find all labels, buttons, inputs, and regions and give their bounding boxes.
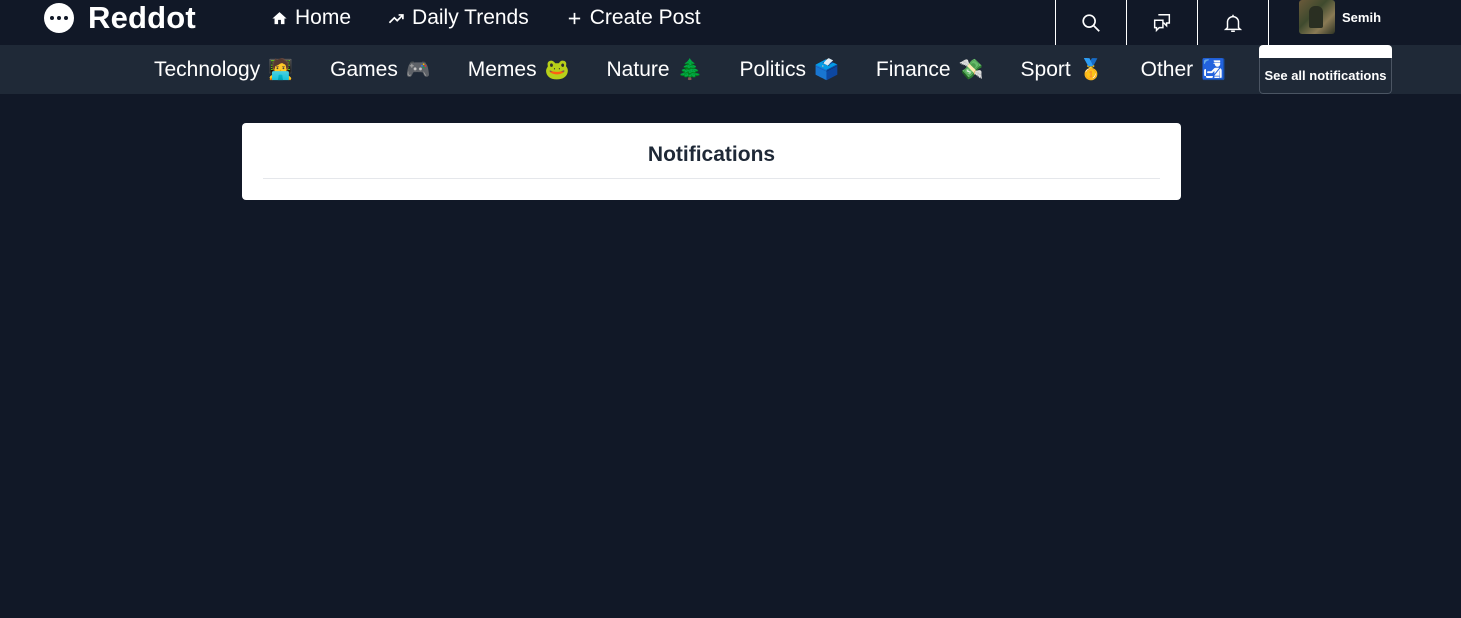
technologist-icon: 🧑‍💻 (268, 59, 294, 81)
user-name: Semih (1342, 10, 1382, 25)
top-actions (1055, 0, 1268, 45)
top-navbar: Reddot Home Daily Trends Create Post Sem… (0, 0, 1461, 45)
category-finance[interactable]: Finance 💸 (876, 57, 984, 82)
category-sport[interactable]: Sport 🥇 (1021, 57, 1104, 82)
trend-icon (388, 13, 404, 23)
search-icon (1082, 13, 1100, 32)
divider (263, 178, 1160, 179)
nav-home-label: Home (295, 6, 352, 29)
category-label: Finance (875, 57, 951, 81)
messages-button[interactable] (1126, 0, 1197, 45)
tree-icon: 🌲 (677, 59, 703, 81)
category-technology[interactable]: Technology 🧑‍💻 (154, 57, 293, 82)
nav-create-post[interactable]: Create Post (566, 6, 701, 30)
category-nature[interactable]: Nature 🌲 (607, 57, 703, 82)
category-label: Sport (1020, 57, 1071, 81)
nav-create-post-label: Create Post (589, 6, 701, 29)
page-title: Notifications (647, 143, 776, 166)
notifications-dropdown: See all notifications (1259, 45, 1392, 94)
game-controller-icon: 🎮 (405, 59, 431, 81)
frog-icon: 🐸 (544, 59, 570, 81)
category-other[interactable]: Other 🛃 (1141, 57, 1226, 82)
avatar (1299, 0, 1335, 34)
category-politics[interactable]: Politics 🗳️ (739, 57, 838, 82)
category-memes[interactable]: Memes 🐸 (468, 57, 570, 82)
category-list: Technology 🧑‍💻 Games 🎮 Memes 🐸 Nature 🌲 Poli… (154, 45, 1263, 94)
ballot-box-icon: 🗳️ (813, 59, 839, 81)
plus-icon (568, 12, 580, 24)
category-label: Memes (467, 57, 537, 81)
category-label: Nature (606, 57, 670, 81)
bell-icon (1223, 14, 1243, 32)
customs-icon: 🛃 (1201, 59, 1227, 81)
category-label: Other (1140, 57, 1194, 81)
search-button[interactable] (1055, 0, 1126, 45)
main-nav: Home Daily Trends Create Post (271, 0, 738, 36)
user-menu[interactable]: Semih (1268, 0, 1398, 45)
category-label: Technology (154, 57, 261, 81)
logo-link[interactable]: Reddot (44, 0, 196, 36)
notifications-button[interactable] (1197, 0, 1268, 45)
category-bar: Technology 🧑‍💻 Games 🎮 Memes 🐸 Nature 🌲 Poli… (0, 45, 1461, 94)
logo-text: Reddot (88, 0, 196, 35)
logo-icon (44, 3, 74, 33)
category-games[interactable]: Games 🎮 (330, 57, 431, 82)
notifications-card: Notifications (242, 123, 1181, 200)
medal-icon: 🥇 (1078, 59, 1104, 81)
nav-home[interactable]: Home (271, 6, 351, 30)
home-icon (272, 11, 287, 24)
category-label: Politics (739, 57, 806, 81)
see-all-notifications-link[interactable]: See all notifications (1264, 68, 1386, 83)
dropdown-list (1259, 45, 1392, 58)
money-icon: 💸 (958, 59, 984, 81)
nav-daily-trends-label: Daily Trends (412, 6, 529, 29)
nav-daily-trends[interactable]: Daily Trends (388, 6, 529, 30)
category-label: Games (330, 57, 398, 81)
chat-icon (1153, 13, 1171, 32)
dropdown-footer: See all notifications (1259, 58, 1392, 94)
